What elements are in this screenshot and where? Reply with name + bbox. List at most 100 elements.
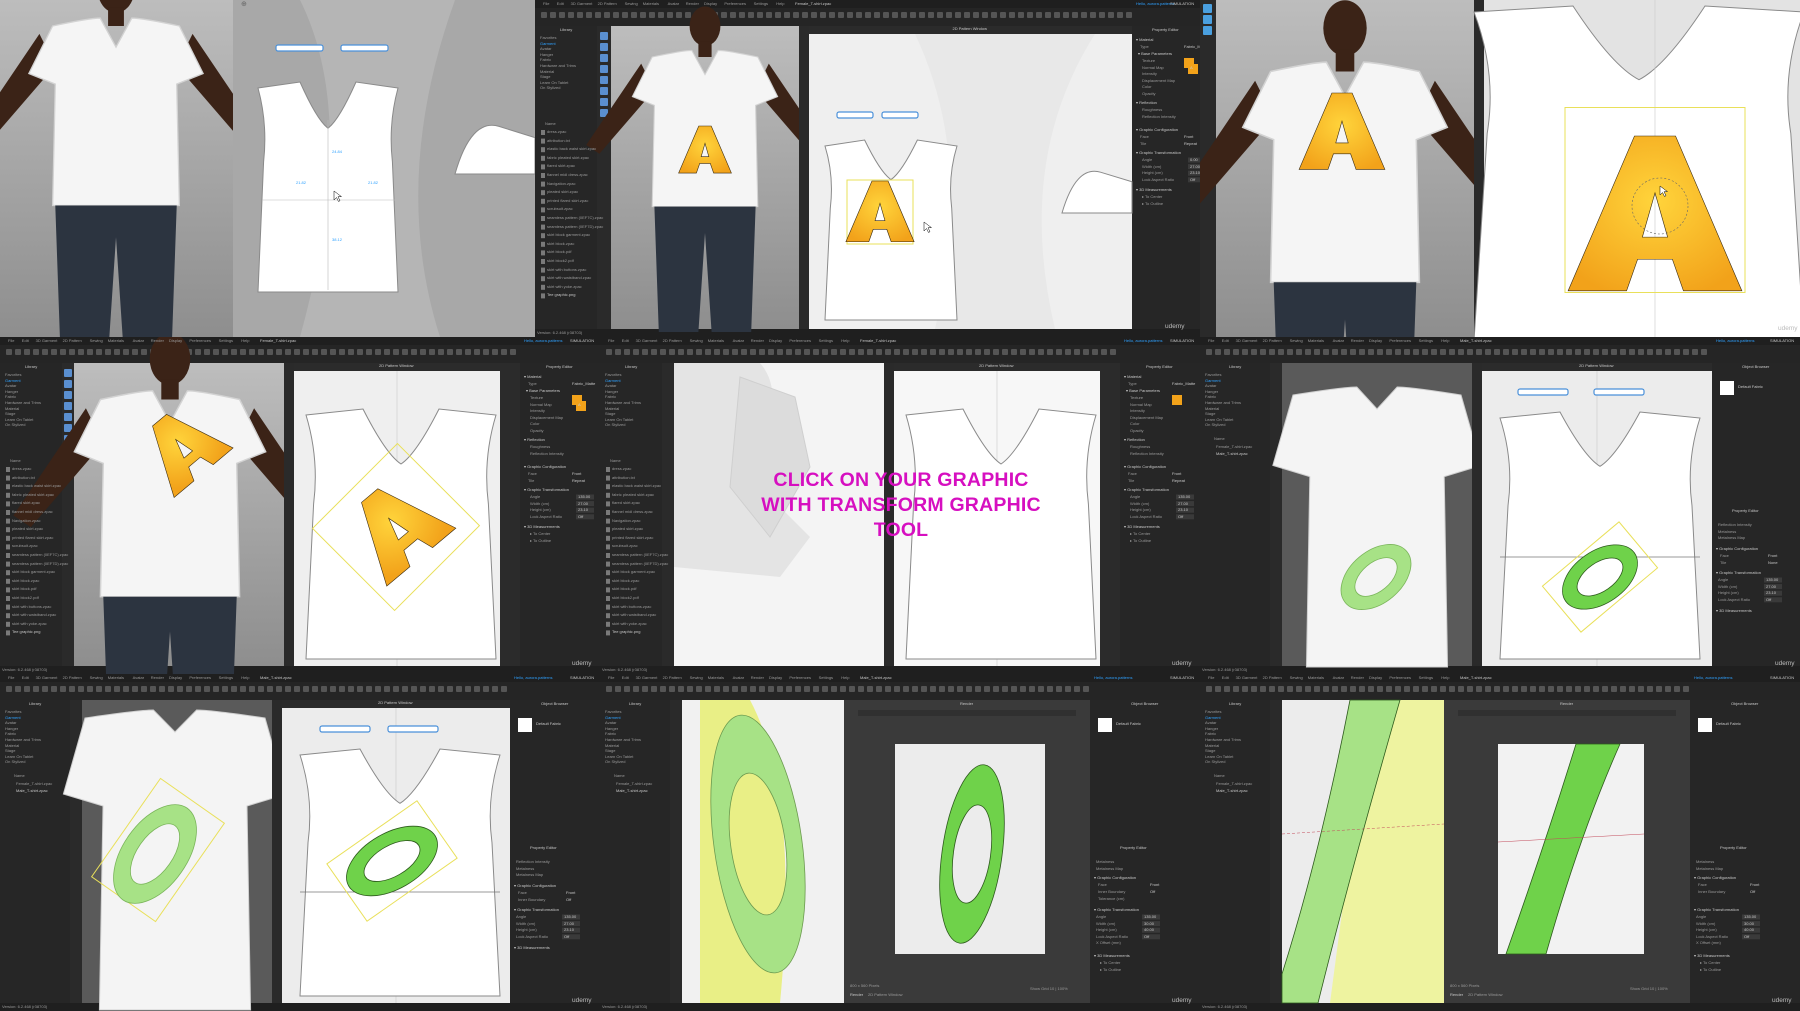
transform-value[interactable]: 23.10 [578, 508, 588, 512]
tool-icon-29[interactable] [1467, 686, 1473, 692]
tool-icon-48[interactable] [1038, 686, 1044, 692]
tool-icon-0[interactable] [606, 349, 612, 355]
measure-row[interactable]: ▸ To Center [530, 532, 550, 536]
menu-2d-pattern[interactable]: 2D Pattern [1263, 676, 1282, 680]
menu-avatar[interactable]: Avatar [133, 339, 145, 343]
tool-icon-50[interactable] [456, 349, 462, 355]
library-tree-item[interactable]: Garment [1205, 715, 1221, 720]
tool-icon-47[interactable] [429, 686, 435, 692]
tool-icon-48[interactable] [438, 349, 444, 355]
tool-icon-12[interactable] [649, 12, 655, 18]
file-list-item[interactable]: printed flared skirt.zpac [547, 198, 588, 203]
tool-icon-10[interactable] [696, 686, 702, 692]
pattern-tab[interactable]: 2D Pattern Window [868, 993, 902, 997]
transform-value[interactable]: 135.00 [578, 495, 590, 499]
menu-avatar[interactable]: Avatar [733, 676, 745, 680]
tool-icon-16[interactable] [685, 12, 691, 18]
file-list-item[interactable]: Navigation.zpac [12, 518, 40, 523]
tool-icon-7[interactable] [1269, 349, 1275, 355]
tool-icon-21[interactable] [195, 686, 201, 692]
library-tree-item[interactable]: Stage [5, 412, 15, 416]
tool-icon-19[interactable] [177, 686, 183, 692]
file-list-item[interactable]: skirt block.zpac [12, 578, 39, 583]
tool-icon-44[interactable] [402, 349, 408, 355]
file-list-item[interactable]: elastic back waist skirt.zpac [547, 147, 596, 151]
tool-icon-35[interactable] [321, 686, 327, 692]
file-list-item[interactable]: skirt block.pdf [547, 250, 571, 254]
tool-icon-4[interactable] [642, 686, 648, 692]
side-tool-3[interactable] [600, 65, 608, 73]
library-tree-item[interactable]: On Stylized [5, 760, 25, 764]
tool-icon-9[interactable] [687, 686, 693, 692]
library-tree-item[interactable]: On Stylized [605, 760, 625, 764]
tool-icon-3[interactable] [633, 686, 639, 692]
tool-icon-33[interactable] [903, 686, 909, 692]
library-tree-item[interactable]: Fabric [1205, 395, 1216, 399]
menu-file[interactable]: File [543, 2, 549, 6]
tool-icon-21[interactable] [1395, 349, 1401, 355]
tool-icon-13[interactable] [723, 349, 729, 355]
tool-icon-14[interactable] [667, 12, 673, 18]
fabric-item[interactable]: Default Fabric [1116, 722, 1141, 726]
transform-value[interactable]: 23.10 [1766, 591, 1776, 595]
tool-icon-54[interactable] [492, 686, 498, 692]
side-tool-0[interactable] [1203, 4, 1212, 13]
tool-icon-38[interactable] [1548, 686, 1554, 692]
menu-render[interactable]: Render [151, 339, 164, 343]
tool-icon-45[interactable] [1011, 349, 1017, 355]
tool-icon-27[interactable] [249, 349, 255, 355]
tool-icon-28[interactable] [258, 686, 264, 692]
library-tree-item[interactable]: Garment [605, 715, 621, 720]
tool-icon-36[interactable] [930, 349, 936, 355]
side-tool-2[interactable] [1203, 26, 1212, 35]
tool-icon-14[interactable] [732, 349, 738, 355]
transform-value[interactable]: Off [578, 514, 583, 519]
measure-row[interactable]: ▸ To Center [1130, 532, 1150, 536]
library-tree-item[interactable]: Learn On Tablet [1205, 754, 1233, 759]
tool-icon-45[interactable] [946, 12, 952, 18]
render-tab[interactable]: Render [850, 993, 863, 997]
tool-icon-40[interactable] [966, 349, 972, 355]
file-list-item[interactable]: Tee graphic.png [547, 293, 575, 297]
library-tree-item[interactable]: Avatar [5, 721, 17, 725]
tool-icon-37[interactable] [939, 686, 945, 692]
tool-icon-5[interactable] [1251, 349, 1257, 355]
menu-materials[interactable]: Materials [108, 339, 124, 343]
object-list-item[interactable]: Female_T-shirt.zpac [1216, 445, 1252, 449]
tool-icon-31[interactable] [285, 349, 291, 355]
tool-icon-12[interactable] [114, 686, 120, 692]
library-tree-item[interactable]: Material [605, 743, 619, 748]
side-tool-0[interactable] [600, 32, 608, 40]
tool-icon-24[interactable] [1422, 686, 1428, 692]
file-list-item[interactable]: flared skirt.zpac [547, 164, 575, 168]
transform-value[interactable]: 135.00 [1144, 915, 1156, 919]
tool-icon-14[interactable] [132, 349, 138, 355]
tool-icon-16[interactable] [750, 686, 756, 692]
tool-icon-13[interactable] [723, 686, 729, 692]
tool-icon-38[interactable] [948, 349, 954, 355]
tool-icon-37[interactable] [339, 686, 345, 692]
tool-icon-11[interactable] [1305, 349, 1311, 355]
tool-icon-23[interactable] [213, 349, 219, 355]
tool-icon-25[interactable] [1431, 686, 1437, 692]
menu-render[interactable]: Render [751, 339, 764, 343]
tool-icon-30[interactable] [276, 686, 282, 692]
object-list-item[interactable]: Male_T-shirt.zpac [616, 789, 648, 793]
file-list-item[interactable]: printed flared skirt.zpac [612, 535, 653, 540]
tool-icon-11[interactable] [640, 12, 646, 18]
tool-icon-55[interactable] [501, 686, 507, 692]
file-list-item[interactable]: skirt block.zpac [612, 578, 639, 583]
tool-icon-43[interactable] [993, 686, 999, 692]
tool-icon-37[interactable] [874, 12, 880, 18]
tool-icon-44[interactable] [1602, 349, 1608, 355]
side-tool-1[interactable] [64, 380, 72, 388]
tool-icon-13[interactable] [123, 349, 129, 355]
tool-icon-41[interactable] [975, 349, 981, 355]
tool-icon-52[interactable] [1674, 686, 1680, 692]
file-list-item[interactable]: skirt block garment.zpac [12, 570, 55, 574]
tool-icon-33[interactable] [303, 349, 309, 355]
library-tree-item[interactable]: Avatar [605, 384, 617, 388]
file-list-item[interactable]: seamless pattern (0EF7C).zpac [612, 553, 668, 557]
tool-icon-26[interactable] [240, 686, 246, 692]
tool-icon-52[interactable] [474, 349, 480, 355]
